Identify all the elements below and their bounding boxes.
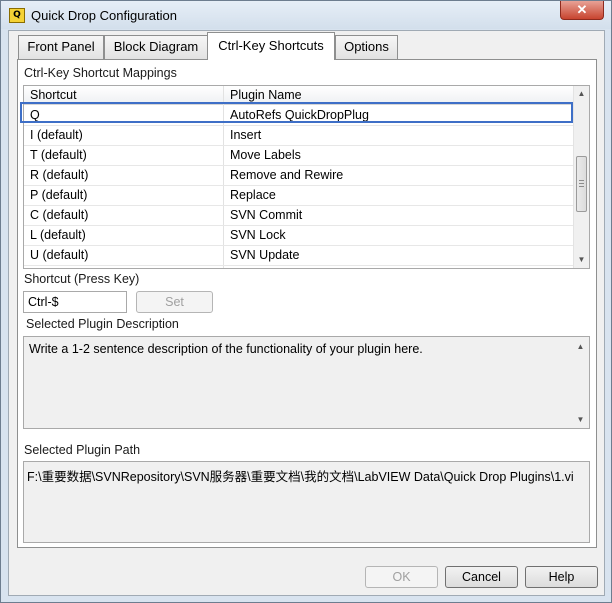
- up-arrow-icon[interactable]: ▲: [574, 86, 589, 102]
- tab-options[interactable]: Options: [335, 35, 398, 59]
- row-shortcut: L (default): [30, 228, 86, 242]
- down-arrow-icon[interactable]: ▼: [574, 252, 589, 268]
- plugin-path-box[interactable]: F:\重要数据\SVNRepository\SVN服务器\重要文档\我的文档\L…: [23, 461, 590, 543]
- description-scrollbar[interactable]: ▲ ▼: [573, 337, 589, 428]
- row-plugin-name: SVN Lock: [230, 228, 286, 242]
- down-arrow-icon[interactable]: ▼: [573, 412, 588, 428]
- table-row[interactable]: T (default) Move Labels: [24, 146, 573, 166]
- mappings-label: Ctrl-Key Shortcut Mappings: [24, 66, 177, 80]
- shortcut-input[interactable]: Ctrl-$: [23, 291, 127, 313]
- description-label: Selected Plugin Description: [26, 317, 179, 331]
- table-row[interactable]: P (default) Replace: [24, 186, 573, 206]
- plugin-path-text: F:\重要数据\SVNRepository\SVN服务器\重要文档\我的文档\L…: [27, 470, 574, 484]
- description-box[interactable]: Write a 1-2 sentence description of the …: [23, 336, 590, 429]
- row-plugin-name: SVN Commit: [230, 208, 303, 222]
- dialog-window: Q Quick Drop Configuration ✕ Front Panel…: [0, 0, 612, 603]
- row-shortcut: R (default): [30, 168, 89, 182]
- row-shortcut: P (default): [30, 188, 88, 202]
- table-scrollbar[interactable]: ▲ ▼: [573, 86, 589, 268]
- row-shortcut: U (default): [30, 248, 89, 262]
- tab-block-diagram[interactable]: Block Diagram: [104, 35, 208, 59]
- row-plugin-name: Move Labels: [230, 148, 301, 162]
- up-arrow-icon[interactable]: ▲: [573, 339, 588, 355]
- table-row[interactable]: R (default) Remove and Rewire: [24, 166, 573, 186]
- title-bar[interactable]: Q Quick Drop Configuration ✕: [1, 1, 611, 29]
- tab-front-panel[interactable]: Front Panel: [18, 35, 104, 59]
- close-button[interactable]: ✕: [560, 1, 604, 20]
- set-button[interactable]: Set: [136, 291, 213, 313]
- row-shortcut: C (default): [30, 208, 89, 222]
- selected-row-highlight: [20, 102, 573, 123]
- cancel-button[interactable]: Cancel: [445, 566, 518, 588]
- window-title: Quick Drop Configuration: [31, 8, 177, 23]
- plugin-path-label: Selected Plugin Path: [24, 443, 141, 457]
- table-row[interactable]: I (default) Insert: [24, 126, 573, 146]
- scrollbar-thumb[interactable]: [576, 156, 587, 212]
- close-icon: ✕: [576, 2, 588, 17]
- table-row[interactable]: U (default) SVN Update: [24, 246, 573, 266]
- row-plugin-name: Remove and Rewire: [230, 168, 344, 182]
- table-row[interactable]: L (default) SVN Lock: [24, 226, 573, 246]
- row-plugin-name: SVN Update: [230, 248, 300, 262]
- row-shortcut: T (default): [30, 148, 87, 162]
- table-row[interactable]: C (default) SVN Commit: [24, 206, 573, 226]
- row-plugin-name: Insert: [230, 128, 262, 142]
- ok-button[interactable]: OK: [365, 566, 438, 588]
- help-button[interactable]: Help: [525, 566, 598, 588]
- shortcut-label: Shortcut (Press Key): [24, 272, 140, 286]
- app-icon: Q: [9, 8, 25, 23]
- row-plugin-name: Replace: [230, 188, 276, 202]
- row-shortcut: I (default): [30, 128, 83, 142]
- tab-ctrl-key-shortcuts[interactable]: Ctrl-Key Shortcuts: [207, 32, 335, 60]
- description-text: Write a 1-2 sentence description of the …: [29, 342, 423, 356]
